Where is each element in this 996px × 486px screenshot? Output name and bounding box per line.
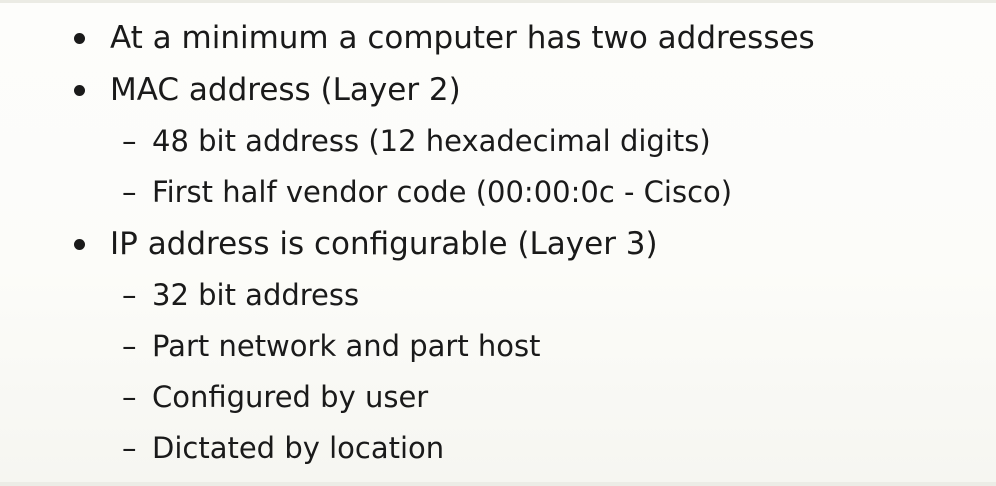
sub-bullet-text: Dictated by location — [152, 431, 445, 465]
sub-bullet-item: – Configured by user — [0, 372, 996, 423]
sub-bullet-text: 48 bit address (12 hexadecimal digits) — [152, 124, 711, 158]
bullet-dot-icon — [74, 33, 85, 44]
bullet-text: MAC address (Layer 2) — [110, 72, 461, 108]
sub-bullet-item: – 48 bit address (12 hexadecimal digits) — [0, 116, 996, 167]
sub-bullet-item: – Dictated by location — [0, 423, 996, 474]
bullet-item: IP address is configurable (Layer 3) – 3… — [0, 218, 996, 474]
sub-bullet-list: – 32 bit address – Part network and part… — [0, 270, 996, 474]
bullet-row: At a minimum a computer has two addresse… — [0, 12, 996, 64]
sub-bullet-item: – 32 bit address — [0, 270, 996, 321]
bullet-text: IP address is configurable (Layer 3) — [110, 226, 658, 262]
bullet-dot-icon — [74, 239, 85, 250]
bullet-dot-icon — [74, 85, 85, 96]
bullet-item: MAC address (Layer 2) – 48 bit address (… — [0, 64, 996, 218]
dash-icon: – — [122, 124, 137, 158]
bullet-row: MAC address (Layer 2) — [0, 64, 996, 116]
dash-icon: – — [122, 431, 137, 465]
dash-icon: – — [122, 380, 137, 414]
dash-icon: – — [122, 278, 137, 312]
sub-bullet-text: Configured by user — [152, 380, 429, 414]
bullet-list: At a minimum a computer has two addresse… — [0, 12, 996, 474]
sub-bullet-text: First half vendor code (00:00:0c - Cisco… — [152, 175, 733, 209]
sub-bullet-text: 32 bit address — [152, 278, 360, 312]
sub-bullet-item: – Part network and part host — [0, 321, 996, 372]
bullet-row: IP address is configurable (Layer 3) — [0, 218, 996, 270]
dash-icon: – — [122, 175, 137, 209]
dash-icon: – — [122, 329, 137, 363]
bullet-text: At a minimum a computer has two addresse… — [110, 20, 815, 56]
sub-bullet-list: – 48 bit address (12 hexadecimal digits)… — [0, 116, 996, 218]
sub-bullet-text: Part network and part host — [152, 329, 541, 363]
slide: At a minimum a computer has two addresse… — [0, 0, 996, 486]
bullet-item: At a minimum a computer has two addresse… — [0, 12, 996, 64]
sub-bullet-item: – First half vendor code (00:00:0c - Cis… — [0, 167, 996, 218]
